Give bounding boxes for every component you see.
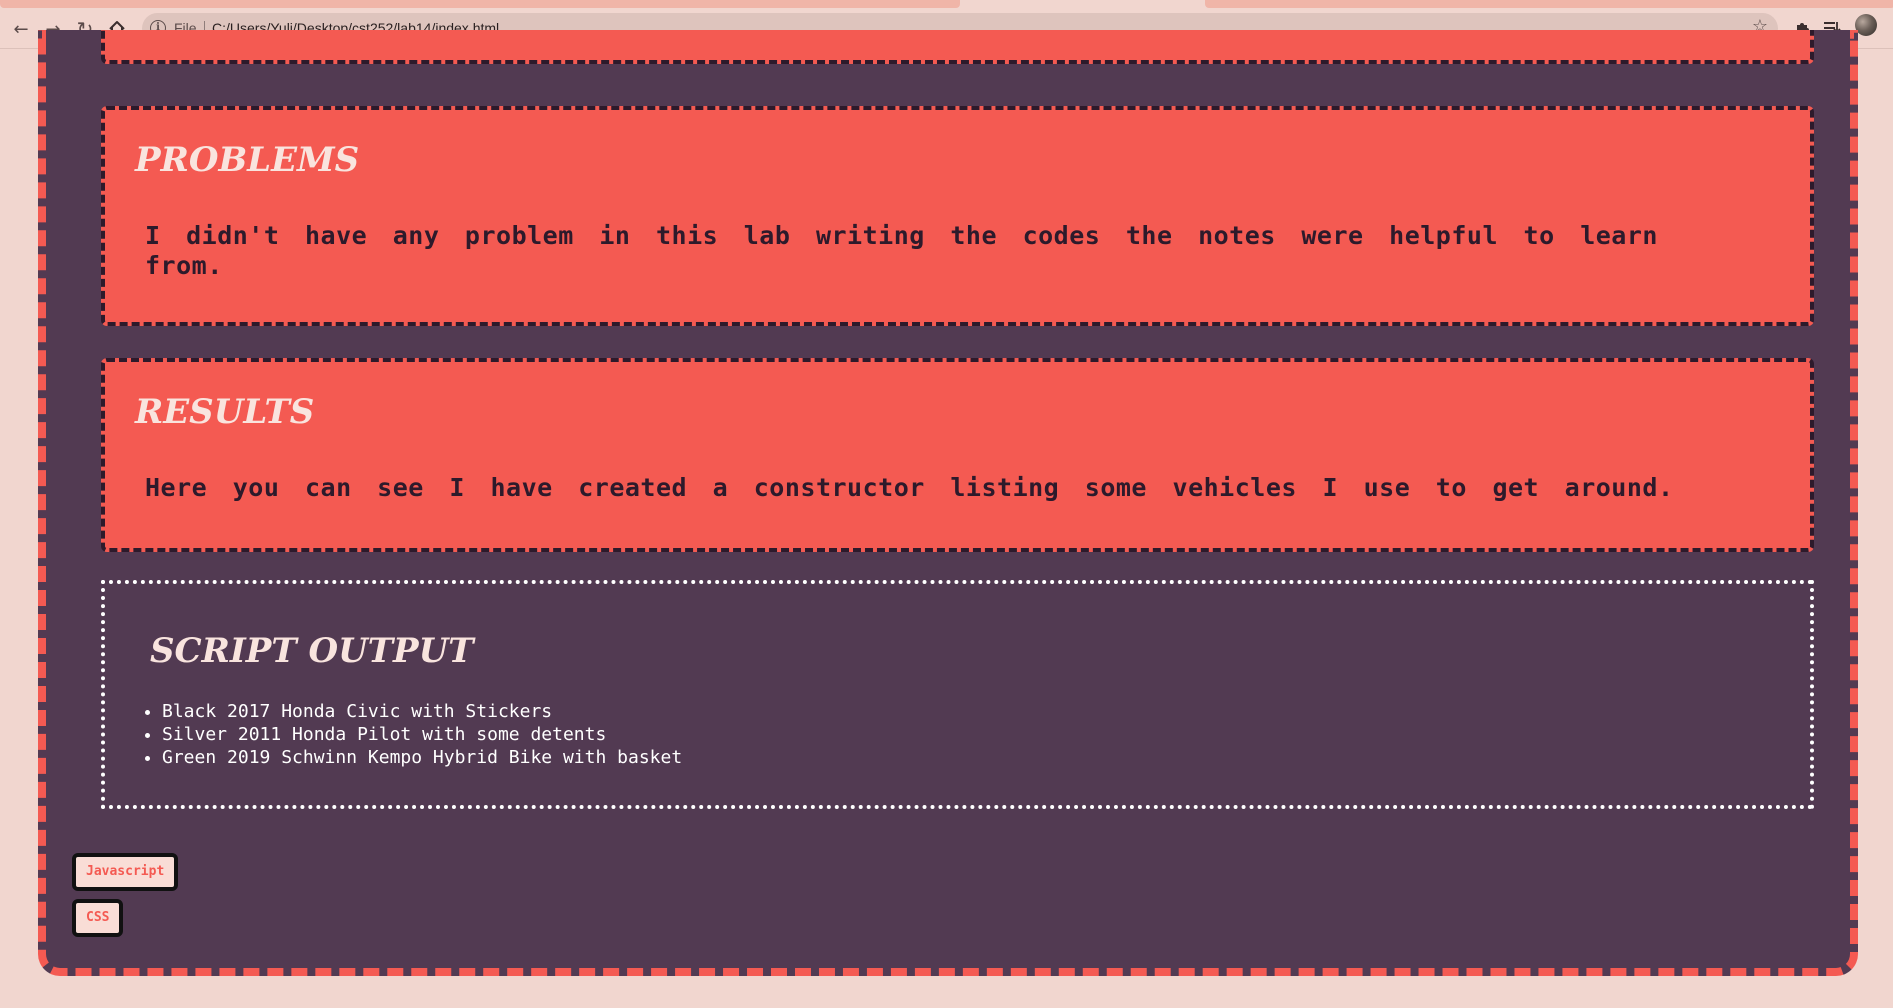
list-item: Green 2019 Schwinn Kempo Hybrid Bike wit… [162, 746, 682, 769]
browser-tab[interactable] [1205, 0, 1893, 8]
section-heading: PROBLEMS [135, 140, 360, 180]
section-heading: RESULTS [135, 392, 315, 432]
javascript-link-button[interactable]: Javascript [72, 853, 179, 891]
section-text: I didn't have any problem in this lab wr… [145, 221, 1658, 280]
arrow-left-icon[interactable]: ← [7, 15, 35, 43]
script-output-box: SCRIPT OUTPUT Black 2017 Honda Civic wit… [101, 580, 1814, 809]
browser-tab[interactable] [0, 0, 960, 8]
vehicle-list: Black 2017 Honda Civic with Stickers Sil… [140, 700, 682, 769]
list-item: Black 2017 Honda Civic with Stickers [162, 700, 682, 723]
list-item: Silver 2011 Honda Pilot with some detent… [162, 723, 682, 746]
css-link-button[interactable]: CSS [72, 899, 124, 937]
page-container: PROBLEMS I didn't have any problem in th… [38, 30, 1858, 976]
section-text: Here you can see I have created a constr… [145, 473, 1674, 502]
tab-strip [0, 0, 1893, 11]
section-heading: SCRIPT OUTPUT [150, 631, 474, 671]
problems-section: PROBLEMS I didn't have any problem in th… [101, 106, 1814, 326]
results-section: RESULTS Here you can see I have created … [101, 358, 1814, 552]
avatar[interactable] [1855, 14, 1877, 36]
previous-section [101, 30, 1814, 64]
